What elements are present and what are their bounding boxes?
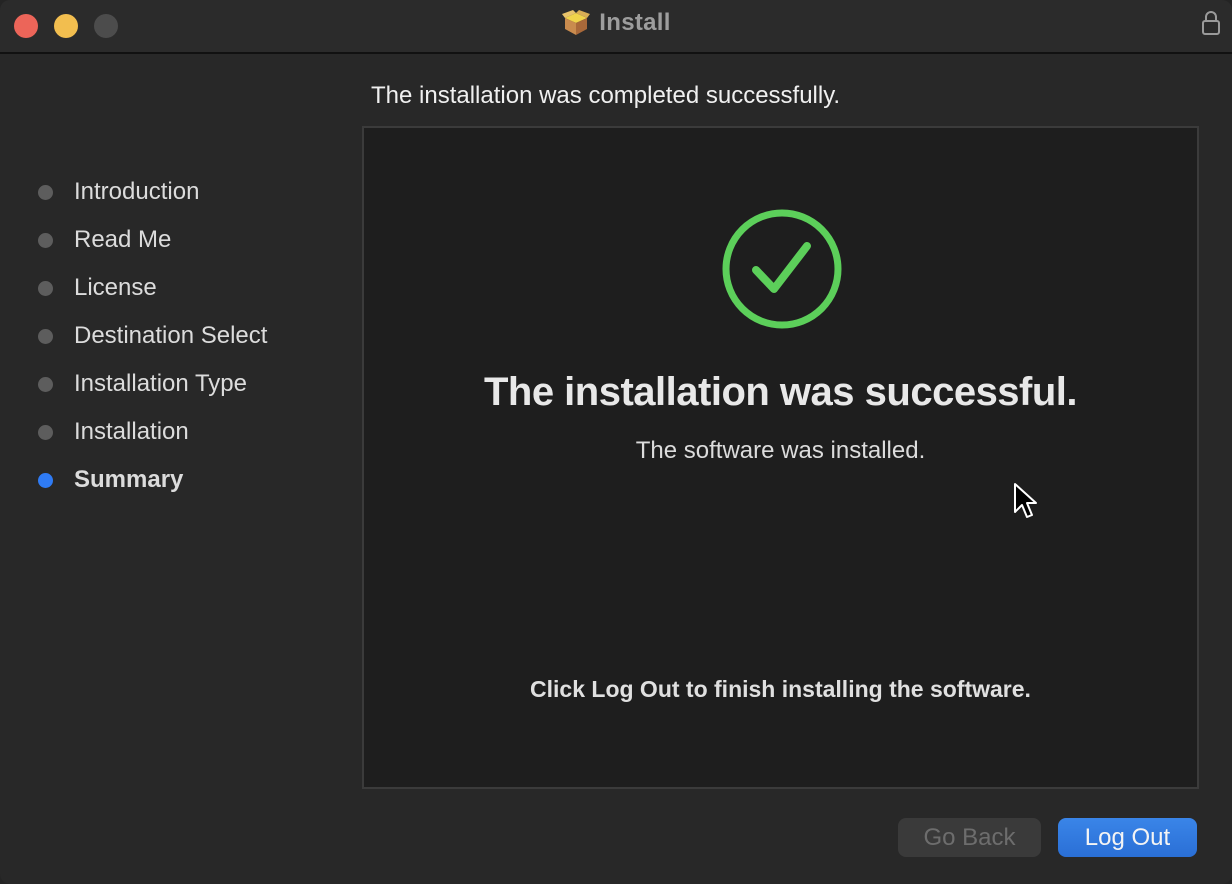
package-icon [562,10,591,35]
step-summary: Summary [38,456,267,504]
checkmark-circle-icon [722,209,842,329]
go-back-button: Go Back [898,818,1041,857]
step-read-me: Read Me [38,216,267,264]
step-label: Installation Type [74,370,248,397]
summary-panel: The installation was successful. The sof… [362,126,1199,789]
step-destination-select: Destination Select [38,312,267,360]
step-indicator-icon [38,232,53,248]
step-indicator-icon [38,328,53,344]
lock-icon[interactable] [1200,10,1222,36]
step-label: Introduction [74,178,200,205]
step-indicator-active-icon [38,472,53,488]
title-bar: Install [0,0,1232,54]
step-indicator-icon [38,376,53,392]
step-indicator-icon [38,280,53,296]
step-license: License [38,264,267,312]
step-label: Summary [74,466,184,493]
steps-sidebar: Introduction Read Me License Destination… [38,168,267,504]
installer-window: Install Introduction Read Me License Des… [0,0,1232,884]
step-introduction: Introduction [38,168,267,216]
success-title: The installation was successful. [483,370,1078,414]
step-installation: Installation [38,408,267,456]
step-label: Installation [74,418,189,445]
window-title: Install [599,9,671,36]
window-title-group: Install [0,9,1232,37]
page-header: The installation was completed successfu… [371,82,841,109]
step-label: License [74,274,157,301]
step-indicator-icon [38,184,53,200]
step-indicator-icon [38,424,53,440]
log-out-button[interactable]: Log Out [1058,818,1197,857]
step-label: Destination Select [74,322,268,349]
step-installation-type: Installation Type [38,360,267,408]
mouse-cursor-icon [1014,483,1037,518]
logout-instruction: Click Log Out to finish installing the s… [530,676,1031,702]
success-subtitle: The software was installed. [635,437,926,464]
step-label: Read Me [74,226,172,253]
